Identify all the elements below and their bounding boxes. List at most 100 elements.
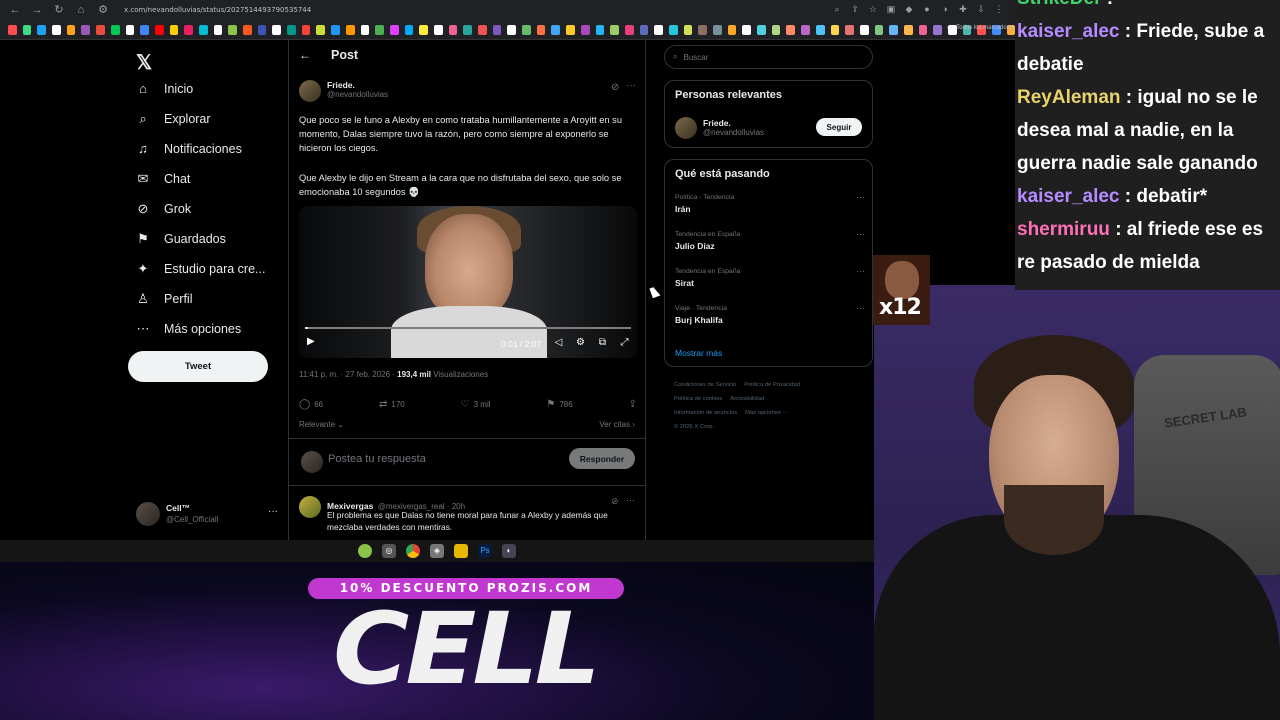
nav-item-inicio[interactable]: ⌂ Inicio (136, 82, 193, 97)
bookmark-icon[interactable] (830, 24, 840, 35)
bookmark-icon[interactable] (96, 24, 105, 35)
search-input[interactable] (683, 52, 854, 62)
nav-item-perfil[interactable]: ♙ Perfil (136, 292, 192, 307)
forward-icon[interactable]: → (30, 3, 44, 17)
account-switcher[interactable]: Cell™ @Cell_Officiall ··· (136, 502, 278, 526)
extension-icon[interactable]: ▣ (885, 3, 897, 15)
bookmark-icon[interactable] (492, 24, 502, 35)
extension-icon[interactable]: ◑ (939, 3, 951, 15)
pip-icon[interactable]: ⧉ (597, 337, 608, 348)
nav-item-grok[interactable]: ⊘ Grok (136, 202, 192, 217)
reply-button[interactable]: Responder (569, 448, 635, 469)
bookmark-icon[interactable] (243, 24, 252, 35)
bookmark-icon[interactable] (757, 24, 766, 35)
extension-icon[interactable]: ◆ (903, 3, 915, 15)
more-icon[interactable]: ··· (626, 80, 636, 91)
back-icon[interactable]: ← (8, 3, 22, 17)
share-icon[interactable]: ⇪ (849, 3, 861, 15)
bookmark-icon[interactable] (257, 24, 267, 35)
bookmark-icon[interactable] (933, 24, 942, 35)
app-icon[interactable]: ◎ (382, 544, 396, 558)
bookmark-icon[interactable] (389, 24, 399, 35)
bookmark-icon[interactable] (375, 24, 384, 35)
repost-action[interactable]: ⇄ 170 (379, 399, 405, 410)
footer-link[interactable]: Accesibilidad (730, 396, 764, 402)
video-player[interactable]: ▶ 0:01 / 2:07 ◁ ⚙ ⧉ ⤢ (299, 206, 637, 358)
settings-icon[interactable]: ⚙ (575, 337, 586, 348)
bookmark-icon[interactable] (742, 24, 752, 35)
app-icon[interactable]: ◈ (430, 544, 444, 558)
bookmark-icon[interactable] (433, 24, 443, 35)
bookmark-icon[interactable] (52, 24, 61, 35)
bookmark-icon[interactable] (668, 24, 678, 35)
photoshop-icon[interactable]: Ps (478, 544, 492, 558)
bookmark-icon[interactable] (551, 24, 561, 35)
folder-icon[interactable] (454, 544, 468, 558)
bookmark-icon[interactable] (360, 24, 370, 35)
reply-action[interactable]: ◯ 66 (299, 399, 323, 410)
bookmark-icon[interactable] (66, 24, 76, 35)
relevant-handle[interactable]: @nevandolluvias (703, 128, 764, 137)
bookmark-icon[interactable] (801, 24, 810, 35)
sort-dropdown[interactable]: Relevante ⌄ (299, 420, 344, 429)
footer-link[interactable]: Política de Privacidad (744, 382, 800, 388)
share-action[interactable]: ⇪ (629, 399, 637, 410)
back-arrow-icon[interactable]: ← (299, 48, 311, 62)
follow-button[interactable]: Seguir (816, 118, 862, 136)
bookmark-icon[interactable] (639, 24, 649, 35)
grok-icon[interactable]: ⊘ (611, 82, 619, 93)
chat-username[interactable]: StrikeDer (1017, 0, 1102, 9)
nav-item-chat[interactable]: ✉ Chat (136, 172, 191, 187)
more-icon[interactable]: ··· (856, 303, 865, 313)
bookmark-icon[interactable] (463, 24, 472, 35)
comment-avatar[interactable] (299, 496, 321, 518)
show-more-link[interactable]: Mostrar más (675, 348, 722, 358)
author-handle[interactable]: @nevandolluvias (327, 90, 388, 99)
bookmark-icon[interactable] (198, 24, 208, 35)
extension-icon[interactable]: ● (921, 3, 933, 15)
bookmark-icon[interactable] (698, 24, 707, 35)
bookmark-icon[interactable] (522, 24, 531, 35)
bookmark-icon[interactable] (22, 24, 32, 35)
chat-username[interactable]: ReyAleman (1017, 87, 1121, 108)
bookmark-icon[interactable] (316, 24, 326, 35)
nav-item-explorar[interactable]: ⌕ Explorar (136, 112, 210, 127)
bookmark-icon[interactable] (345, 24, 355, 35)
reload-icon[interactable]: ↻ (52, 3, 66, 17)
footer-link[interactable]: Información de anuncios (674, 410, 737, 416)
more-icon[interactable]: ··· (856, 229, 865, 239)
zoom-icon[interactable]: ⌕ (831, 3, 843, 15)
more-icon[interactable]: ··· (626, 495, 635, 505)
relevant-name[interactable]: Friede. (703, 118, 764, 128)
trend-item[interactable]: Tendencia en España Julio Díaz ··· (675, 229, 865, 251)
app-icon[interactable] (358, 544, 372, 558)
trend-item[interactable]: Tendencia en España Sirat ··· (675, 266, 865, 288)
bookmark-icon[interactable] (536, 24, 546, 35)
chrome-icon[interactable] (406, 544, 420, 558)
bookmark-icon[interactable] (184, 24, 193, 35)
download-icon[interactable]: ⇩ (975, 3, 987, 15)
bookmark-icon[interactable] (169, 24, 179, 35)
bookmark-icon[interactable] (507, 24, 517, 35)
bookmark-icon[interactable] (110, 24, 120, 35)
fullscreen-icon[interactable]: ⤢ (619, 337, 630, 348)
bookmark-icon[interactable] (125, 24, 135, 35)
bookmark-icon[interactable] (727, 24, 737, 35)
bookmark-icon[interactable] (903, 24, 913, 35)
x-logo-icon[interactable]: 𝕏 (136, 50, 152, 75)
more-icon[interactable]: ··· (856, 266, 865, 276)
footer-link[interactable]: © 2026 X Corp. (674, 424, 714, 430)
chat-username[interactable]: shermiruu (1017, 219, 1110, 240)
bookmark-icon[interactable] (889, 24, 898, 35)
nav-item-notificaciones[interactable]: ♫ Notificaciones (136, 142, 242, 157)
chat-username[interactable]: kaiser_alec (1017, 186, 1120, 207)
menu-icon[interactable]: ⋮ (993, 3, 1005, 15)
avatar[interactable] (675, 117, 697, 139)
bookmark-icon[interactable] (448, 24, 458, 35)
bookmark-icon[interactable] (478, 24, 487, 35)
reply-input[interactable]: Postea tu respuesta (328, 453, 426, 465)
bookmark-icon[interactable] (654, 24, 663, 35)
trend-item[interactable]: Viaje · Tendencia Burj Khalifa ··· (675, 303, 865, 325)
bookmark-icon[interactable] (845, 24, 854, 35)
search-box[interactable]: ⌕ (664, 45, 873, 69)
